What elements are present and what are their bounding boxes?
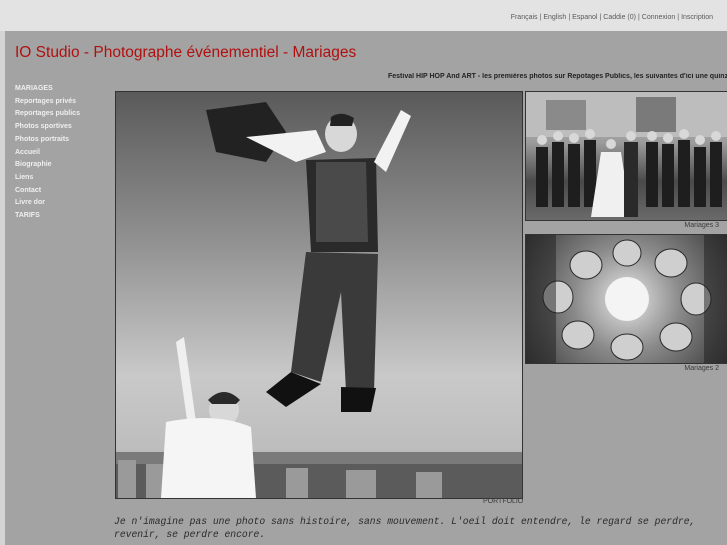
faces-circle-photo-illustration	[526, 235, 727, 363]
wedding-group-photo-illustration	[526, 92, 727, 217]
thumb-caption-mariages-3: Mariages 3	[684, 222, 719, 229]
portfolio-caption: PORTFOLIO	[483, 498, 524, 505]
separator: |	[568, 14, 571, 21]
separator: |	[539, 14, 542, 21]
gallery-thumb-mariages-2[interactable]	[525, 234, 727, 364]
top-bar: Français | English | Espanol | Caddie (0) | Conn…	[0, 0, 727, 31]
separator: |	[637, 14, 640, 21]
nav-item-photos-portraits[interactable]: Photos portraits	[15, 134, 115, 147]
nav-item-contact[interactable]: Contact	[15, 185, 115, 198]
link-connexion[interactable]: Connexion	[642, 14, 675, 21]
nav-item-tarifs[interactable]: TARIFS	[15, 210, 115, 223]
nav-item-livre-dor[interactable]: Livre dor	[15, 197, 115, 210]
portfolio-main-photo[interactable]	[115, 91, 523, 499]
news-ticker[interactable]: Festival HIP HOP And ART - les premières…	[388, 73, 727, 80]
thumb-caption-mariages-2: Mariages 2	[684, 365, 719, 372]
link-francais[interactable]: Français	[511, 14, 538, 21]
separator: |	[599, 14, 602, 21]
nav-item-reportages-prives[interactable]: Reportages privés	[15, 96, 115, 109]
gallery-thumb-mariages-3[interactable]	[525, 91, 727, 221]
nav-item-liens[interactable]: Liens	[15, 172, 115, 185]
sidebar-nav: MARIAGES Reportages privés Reportages pu…	[15, 83, 115, 223]
photographer-quote: Je n'imagine pas une photo sans histoire…	[114, 516, 696, 540]
link-caddie[interactable]: Caddie (0)	[603, 14, 636, 21]
language-account-links: Français | English | Espanol | Caddie (0) | Conn…	[511, 14, 713, 21]
separator: |	[677, 14, 680, 21]
link-inscription[interactable]: Inscription	[681, 14, 713, 21]
nav-item-reportages-publics[interactable]: Reportages publics	[15, 108, 115, 121]
link-espanol[interactable]: Espanol	[572, 14, 597, 21]
nav-item-accueil[interactable]: Accueil	[15, 147, 115, 160]
main-panel: IO Studio - Photographe événementiel - M…	[5, 31, 727, 545]
page-title: IO Studio - Photographe événementiel - M…	[15, 44, 357, 61]
link-english[interactable]: English	[543, 14, 566, 21]
nav-item-biographie[interactable]: Biographie	[15, 159, 115, 172]
jumping-groom-photo-illustration	[116, 102, 522, 498]
nav-item-photos-sportives[interactable]: Photos sportives	[15, 121, 115, 134]
nav-item-mariages[interactable]: MARIAGES	[15, 83, 115, 96]
